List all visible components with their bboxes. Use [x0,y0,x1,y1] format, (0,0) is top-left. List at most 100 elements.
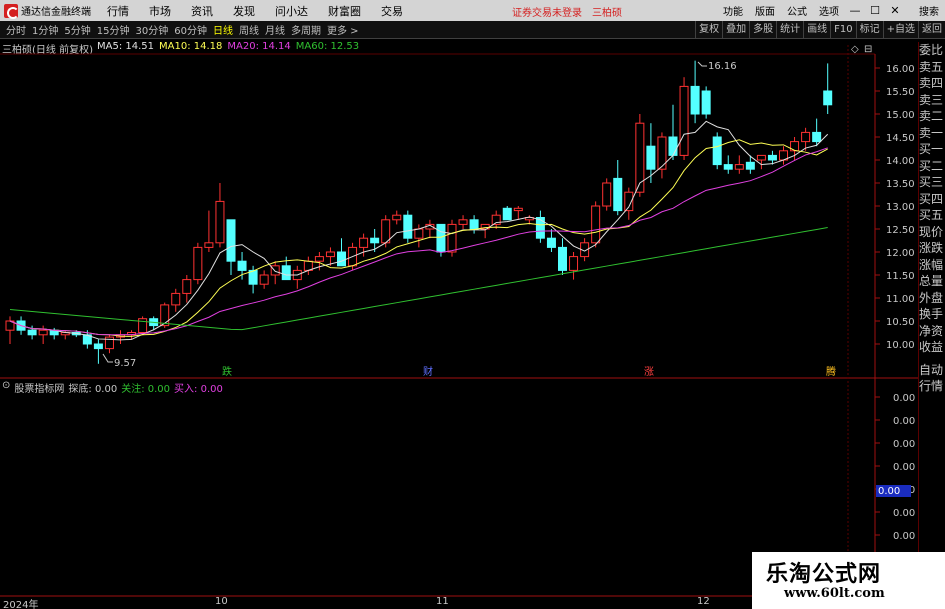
price-tick-label: 14.50 [886,133,915,144]
price-tick-label: 12.50 [886,225,915,236]
candle-up [657,136,667,170]
auto-toggle[interactable]: 自动 [919,362,945,379]
event-marker[interactable]: 腾 [826,365,836,378]
candle-up [679,85,689,156]
quote-label: 委比 [919,43,944,57]
quote-label: 买二 [919,158,944,173]
price-tick-label: 13.00 [886,202,915,213]
candle-up [160,304,170,327]
date-label-year: 2024年 [3,600,39,609]
quote-label: 涨跌 [919,241,944,255]
price-tick-label: 10.00 [886,340,915,351]
candle-up [414,228,424,239]
indicator-value-highlight-label: 0.00 [878,486,900,497]
candle-up [215,200,225,244]
candle-down [613,177,623,212]
price-tick-label: 15.00 [886,110,915,121]
price-tick-label: 14.00 [886,156,915,167]
settings-icon[interactable]: ⊙ [2,380,10,395]
candle-up [591,205,601,244]
quote-label: 收益 [919,340,944,354]
candle-up [171,292,181,306]
quote-label: 现价 [919,224,944,239]
candles-layer [5,60,833,364]
quote-label: 卖四 [919,76,944,90]
price-tick-label: 10.50 [886,317,915,328]
candle-down [436,223,446,253]
candle-down [469,219,479,230]
candle-down [535,217,545,239]
quote-label: 涨幅 [919,257,944,272]
quote-tab[interactable]: 行情 [919,378,945,395]
price-tick-label: 12.00 [886,248,915,259]
candle-down [546,237,556,248]
event-marker[interactable]: 跌 [222,365,232,378]
indicator-tick-label: 0.00 [893,531,915,542]
indicator-tick-label: 0.00 [893,462,915,473]
watermark-url: www.60lt.com [784,586,885,601]
candle-up [513,207,523,212]
candle-up [359,237,369,248]
quote-panel: 委比 卖五 卖四 卖三 卖二 卖一 买一 买二 买三 买四 买五 现价 涨跌 涨幅 总量 外盘 换手 净资 收益 自… [918,42,945,581]
quote-label: 换手 [919,307,944,321]
watermark: 乐淘公式网 www.60lt.com [752,552,945,609]
candle-up [270,265,280,276]
candle-down [403,214,413,239]
event-marker[interactable]: 涨 [644,366,654,378]
candle-down [237,260,247,271]
kline-chart[interactable]: 16.00 15.50 15.00 14.50 14.00 13.50 13.00 12.50… [0,0,945,609]
quote-label: 卖二 [919,109,944,123]
date-axis: 2024年 10 11 12 [0,596,752,609]
quote-label: 净资 [919,323,944,338]
date-label-oct: 10 [215,596,228,607]
watermark-title: 乐淘公式网 [766,561,882,587]
low-mark-pointer [102,353,113,363]
candle-up [756,154,766,161]
candle-down [812,131,822,143]
candle-up [38,329,48,336]
quote-label: 总量 [919,274,944,288]
candle-up [458,219,468,225]
candle-up [569,256,579,271]
candle-up [381,219,391,244]
candle-up [182,279,192,294]
candle-down [690,85,700,115]
candle-up [635,122,645,193]
candle-down [701,90,711,115]
diamond-icon[interactable]: ◇ [851,44,859,55]
quote-label: 买三 [919,175,944,189]
candle-up [259,274,269,285]
indicator-header: ⊙ 股票指标网 探底: 0.00 关注: 0.00 买入: 0.00 [2,380,227,395]
candle-up [325,251,335,258]
quote-label: 卖五 [919,59,944,74]
event-marker[interactable]: 财 [423,365,433,378]
candle-up [734,164,744,170]
candle-up [602,182,612,207]
candle-down [767,154,777,161]
candle-up [392,214,402,221]
date-label-dec: 12 [697,596,710,607]
candle-down [281,265,291,281]
indicator-tick-label: 0.00 [893,393,915,404]
price-tick-label: 16.00 [886,64,915,75]
price-tick-label: 15.50 [886,87,915,98]
indicator-tick-label: 0.00 [893,508,915,519]
candle-down [558,246,567,271]
price-axis: 16.00 15.50 15.00 14.50 14.00 13.50 13.00 12.50… [875,64,915,351]
date-label-nov: 11 [436,596,449,607]
indicator-name[interactable]: 股票指标网 [14,380,64,395]
low-mark-label: 9.57 [114,358,136,369]
price-tick-label: 11.00 [886,294,915,305]
candle-up [193,246,203,281]
candle-down [745,161,755,170]
candle-down [502,207,512,221]
candle-down [823,90,833,106]
price-tick-label: 11.50 [886,271,915,282]
quote-label: 外盘 [919,290,944,305]
zoom-icon[interactable]: ⊟ [864,44,872,55]
high-mark-label: 16.16 [708,61,737,72]
candle-up [204,242,214,248]
candle-down [93,343,103,350]
candle-up [314,256,324,262]
indicator-tandi: 探底: 0.00 [68,384,118,395]
